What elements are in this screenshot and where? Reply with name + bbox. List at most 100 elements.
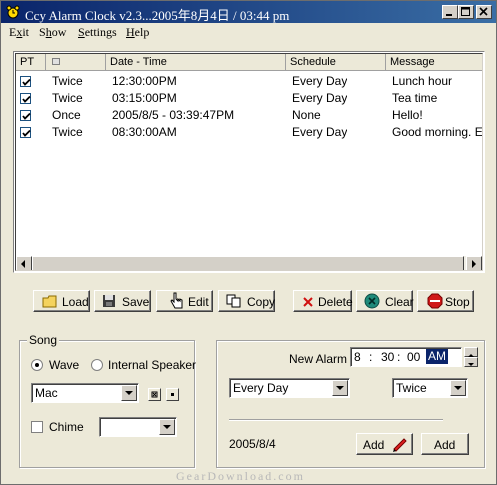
- check-header-icon: [52, 58, 60, 65]
- schedule-select[interactable]: Every Day: [229, 378, 350, 398]
- pt-select[interactable]: Twice: [392, 378, 468, 398]
- window-title: Ccy Alarm Clock v2.3...2005年8月4日 / 03:44…: [25, 8, 290, 23]
- folder-icon: [42, 295, 57, 308]
- clear-button-label: Clear: [385, 295, 414, 309]
- maximize-icon: [461, 7, 470, 16]
- internal-speaker-radio[interactable]: [91, 359, 103, 371]
- alarm-row[interactable]: Twice 12:30:00PM Every Day Lunch hour: [16, 73, 482, 90]
- menu-show[interactable]: Show: [39, 25, 66, 40]
- schedule-select-dropdown[interactable]: [332, 380, 348, 396]
- menu-exit[interactable]: Exit: [9, 25, 29, 40]
- time-spinner[interactable]: [464, 347, 478, 367]
- minimize-icon: [446, 14, 452, 16]
- alarm-second[interactable]: 00: [407, 350, 420, 364]
- spin-up-button[interactable]: [464, 347, 478, 357]
- alarm-datetime: 08:30:00AM: [112, 125, 177, 139]
- alarm-datetime: 12:30:00PM: [112, 74, 177, 88]
- stop-song-button[interactable]: [166, 388, 179, 401]
- play-song-button[interactable]: [148, 388, 161, 401]
- menu-help[interactable]: Help: [126, 25, 149, 40]
- column-header-pt[interactable]: PT: [16, 54, 46, 71]
- alarm-pt: Once: [52, 108, 81, 122]
- divider: [229, 419, 443, 421]
- clear-circle-icon: [364, 293, 380, 309]
- alarm-enabled-checkbox[interactable]: [20, 76, 31, 87]
- pt-select-dropdown[interactable]: [450, 380, 466, 396]
- song-select-dropdown[interactable]: [121, 385, 137, 401]
- alarm-list-body: PT Date - Time Schedule Message Twice 12…: [15, 53, 483, 271]
- alarm-schedule: Every Day: [292, 125, 348, 139]
- alarm-date: 2005/8/4: [229, 437, 276, 451]
- alarm-row[interactable]: Twice 08:30:00AM Every Day Good morning.…: [16, 124, 483, 141]
- chime-label: Chime: [49, 420, 84, 434]
- title-bar[interactable]: Ccy Alarm Clock v2.3...2005年8月4日 / 03:44…: [1, 1, 496, 23]
- delete-button[interactable]: Delete: [293, 290, 353, 312]
- arrow-left-icon: [21, 260, 25, 268]
- close-icon: [479, 7, 488, 16]
- app-window: Ccy Alarm Clock v2.3...2005年8月4日 / 03:44…: [0, 0, 497, 485]
- checkmark-icon: [22, 129, 31, 137]
- internal-speaker-label: Internal Speaker: [108, 358, 197, 372]
- copy-button-label: Copy: [247, 295, 276, 309]
- stop-sign-icon: [427, 293, 443, 309]
- stop-button[interactable]: Stop: [417, 290, 474, 312]
- add-with-message-button[interactable]: Add: [356, 433, 413, 455]
- song-group-title: Song: [27, 333, 60, 347]
- chime-select[interactable]: [99, 417, 177, 437]
- alarm-message: Good morning. Ever: [392, 125, 483, 139]
- edit-button[interactable]: Edit: [156, 290, 213, 312]
- pt-select-value: Twice: [396, 381, 427, 395]
- add-button[interactable]: Add: [421, 433, 469, 455]
- close-button[interactable]: [476, 5, 492, 19]
- add-button-label: Add: [434, 438, 456, 452]
- copy-button[interactable]: Copy: [218, 290, 275, 312]
- stop-button-label: Stop: [445, 295, 470, 309]
- menu-settings[interactable]: Settings: [78, 25, 117, 40]
- scroll-thumb[interactable]: [32, 256, 464, 270]
- stop-small-icon: [171, 393, 174, 396]
- maximize-button[interactable]: [458, 5, 474, 19]
- column-header-message[interactable]: Message: [386, 54, 482, 71]
- delete-button-label: Delete: [318, 295, 353, 309]
- alarm-time-picker[interactable]: 8 : 30 : 00 AM: [350, 347, 462, 367]
- alarm-minute[interactable]: 30: [381, 350, 394, 364]
- alarm-pt: Twice: [52, 125, 83, 139]
- song-select[interactable]: Mac: [31, 383, 139, 403]
- alarm-datetime: 03:15:00PM: [112, 91, 177, 105]
- alarm-pt: Twice: [52, 91, 83, 105]
- load-button-label: Load: [62, 295, 89, 309]
- chime-checkbox[interactable]: [31, 421, 43, 433]
- schedule-select-value: Every Day: [233, 381, 289, 395]
- save-button[interactable]: Save: [94, 290, 151, 312]
- copy-icon: [226, 294, 241, 308]
- arrow-right-icon: [472, 260, 476, 268]
- column-header-schedule[interactable]: Schedule: [286, 54, 386, 71]
- checkmark-icon: [22, 95, 31, 103]
- checkmark-icon: [22, 112, 31, 120]
- spin-down-button[interactable]: [464, 357, 478, 367]
- horizontal-scrollbar[interactable]: [16, 256, 482, 270]
- wave-radio[interactable]: [31, 359, 43, 371]
- load-button[interactable]: Load: [33, 290, 90, 312]
- alarm-list[interactable]: PT Date - Time Schedule Message Twice 12…: [13, 51, 485, 273]
- watermark-text: GearDownload.com: [176, 469, 305, 483]
- alarm-ampm[interactable]: AM: [426, 349, 448, 364]
- new-alarm-label: New Alarm :: [289, 352, 354, 366]
- alarm-enabled-checkbox[interactable]: [20, 127, 31, 138]
- alarm-enabled-checkbox[interactable]: [20, 93, 31, 104]
- alarm-message: Lunch hour: [392, 74, 453, 88]
- minimize-button[interactable]: [442, 5, 458, 19]
- column-header-check[interactable]: [46, 54, 106, 71]
- save-button-label: Save: [122, 295, 150, 309]
- scroll-right-button[interactable]: [466, 256, 482, 270]
- alarm-row[interactable]: Twice 03:15:00PM Every Day Tea time: [16, 90, 482, 107]
- alarm-hour[interactable]: 8: [354, 350, 361, 364]
- scroll-left-button[interactable]: [16, 256, 32, 270]
- radio-selected-dot: [35, 363, 39, 367]
- alarm-clock-icon: [6, 5, 20, 19]
- chime-select-dropdown[interactable]: [159, 419, 175, 435]
- column-header-datetime[interactable]: Date - Time: [106, 54, 286, 71]
- alarm-row[interactable]: Once 2005/8/5 - 03:39:47PM None Hello!: [16, 107, 482, 124]
- alarm-enabled-checkbox[interactable]: [20, 110, 31, 121]
- clear-button[interactable]: Clear: [356, 290, 414, 312]
